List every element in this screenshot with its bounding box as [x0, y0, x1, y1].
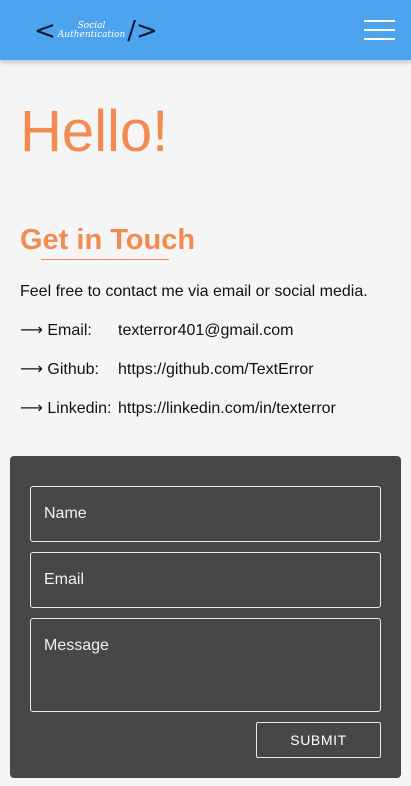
- contact-label-github: ⟶ Github:: [20, 361, 99, 378]
- logo-left-bracket: <: [34, 15, 56, 46]
- email-input[interactable]: [30, 552, 381, 608]
- page-title: Hello!: [20, 99, 169, 164]
- logo-text: Social Authentication: [57, 21, 126, 40]
- menu-bar-top: [364, 20, 395, 22]
- message-textarea[interactable]: [30, 618, 381, 712]
- contact-label-linkedin: ⟶ Linkedin:: [20, 400, 112, 417]
- linkedin-link[interactable]: https://linkedin.com/in/texterror: [118, 399, 336, 419]
- email-link[interactable]: texterror401@gmail.com: [118, 321, 293, 341]
- name-input[interactable]: [30, 486, 381, 542]
- menu-bar-middle: [364, 29, 395, 31]
- github-link[interactable]: https://github.com/TextError: [118, 360, 314, 380]
- hamburger-menu-icon[interactable]: [364, 18, 396, 42]
- logo-line-2: Authentication: [57, 29, 126, 40]
- logo[interactable]: < Social Authentication />: [34, 15, 158, 46]
- logo-right-bracket: />: [127, 15, 158, 46]
- contact-heading: Get in Touch: [20, 224, 196, 256]
- contact-intro: Feel free to contact me via email or soc…: [20, 283, 368, 300]
- menu-bar-bottom: [364, 38, 395, 40]
- contact-label-email: ⟶ Email:: [20, 322, 92, 339]
- top-navbar: < Social Authentication />: [0, 0, 411, 60]
- contact-form: SUBMIT: [10, 456, 401, 778]
- submit-button[interactable]: SUBMIT: [256, 722, 381, 758]
- heading-underline: [41, 259, 169, 260]
